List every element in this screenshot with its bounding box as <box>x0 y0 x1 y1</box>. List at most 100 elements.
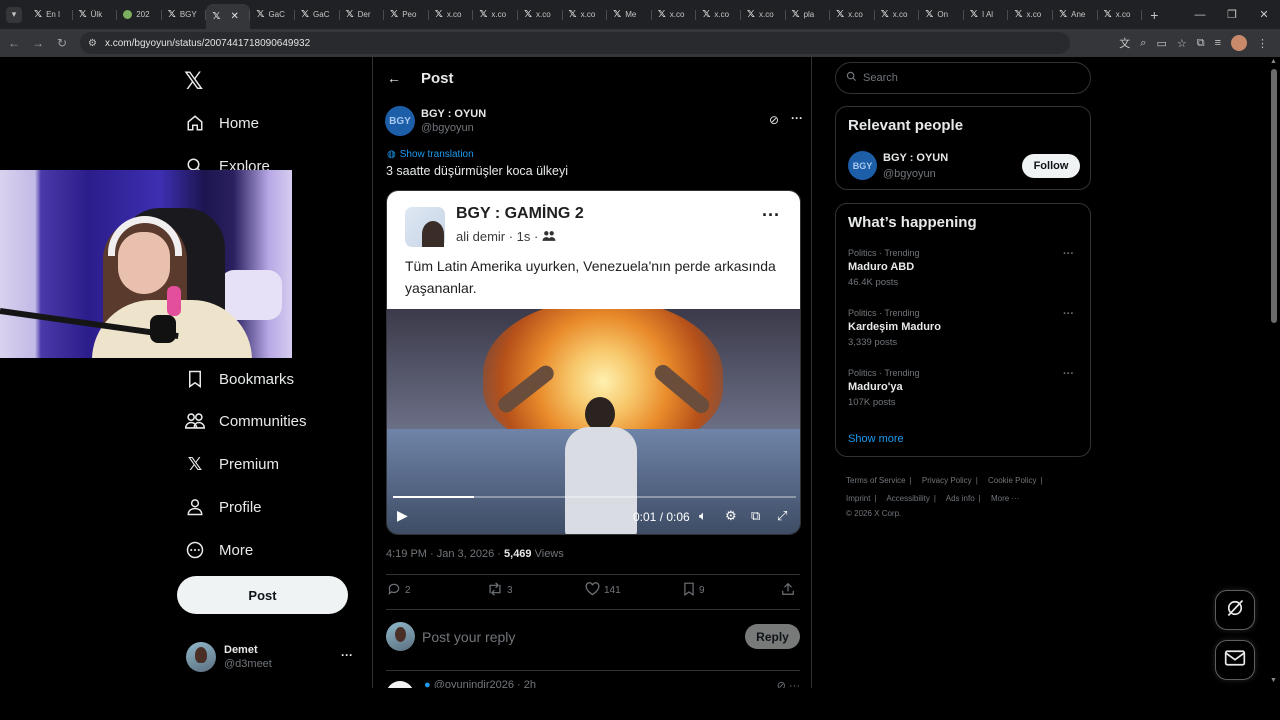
nav-item-premium[interactable]: 𝕏 Premium <box>185 449 279 479</box>
reading-list-icon[interactable]: ≡ <box>1215 37 1221 49</box>
new-tab-button[interactable]: + <box>1150 7 1158 23</box>
browser-tab[interactable]: 𝕏x.co <box>563 4 608 26</box>
browser-tab[interactable]: 𝕏 Ane <box>1053 4 1098 26</box>
nav-item-profile[interactable]: Profile <box>185 492 262 522</box>
trend-more-icon[interactable]: ··· <box>1063 308 1074 320</box>
url-field[interactable]: ⚙ x.com/bgyoyun/status/20074417180906499… <box>80 32 1070 54</box>
x-logo-icon[interactable]: 𝕏 <box>184 67 203 96</box>
browser-tab[interactable]: 𝕏x.co <box>696 4 741 26</box>
video-player[interactable]: ▶ 0:01 / 0:06 🔈︎ ⚙ ⧉ ⤢ <box>387 309 800 534</box>
scroll-thumb[interactable] <box>1271 69 1277 323</box>
show-more-link[interactable]: Show more <box>848 433 904 445</box>
more-dots-icon[interactable]: ··· <box>341 648 353 662</box>
search-input[interactable] <box>863 72 1063 84</box>
browser-tab[interactable]: 𝕏I Al <box>964 4 1009 26</box>
post-button[interactable]: Post <box>177 576 348 614</box>
reply-action[interactable]: 2 <box>387 582 411 599</box>
minimize-icon[interactable]: — <box>1184 9 1216 21</box>
browser-tab[interactable]: 𝕏x.co <box>1098 4 1143 26</box>
browser-tab[interactable]: 𝕏x.co <box>473 4 518 26</box>
footer-link[interactable]: Terms of Service <box>846 476 906 485</box>
scroll-down-icon[interactable]: ▼ <box>1270 677 1277 684</box>
browser-tab[interactable]: 202 <box>117 4 162 26</box>
browser-tab[interactable]: 𝕏 Der <box>340 4 385 26</box>
author-avatar[interactable]: BGY <box>385 106 415 136</box>
browser-tab[interactable]: 𝕏 GaC <box>250 4 295 26</box>
pip-icon[interactable]: ⧉ <box>751 508 760 524</box>
translate-icon[interactable]: 文 <box>1119 35 1130 51</box>
nav-item-bookmarks[interactable]: Bookmarks <box>185 364 294 394</box>
browser-tab[interactable]: 𝕏x.co <box>1008 4 1053 26</box>
bookmark-action[interactable]: 9 <box>683 582 705 599</box>
browser-tab[interactable]: 𝕏x.co <box>429 4 474 26</box>
follow-button[interactable]: Follow <box>1022 154 1080 178</box>
site-info-icon[interactable]: ⚙ <box>88 38 97 49</box>
restore-icon[interactable]: ❐ <box>1216 8 1248 21</box>
grok-icon[interactable]: ⊘ <box>769 113 779 127</box>
browser-tab[interactable]: 𝕏 GaC <box>295 4 340 26</box>
close-window-icon[interactable]: ✕ <box>1248 8 1280 21</box>
relevant-person[interactable]: BGY BGY : OYUN @bgyoyun Follow <box>848 150 1080 182</box>
cast-icon[interactable]: ▭ <box>1156 37 1166 50</box>
trend-item[interactable]: Politics · Trending Maduro ABD 46.4K pos… <box>848 248 1080 292</box>
zoom-icon[interactable]: ⌕ <box>1140 37 1146 50</box>
browser-tab[interactable]: 𝕏 BGY <box>162 4 207 26</box>
nav-item-communities[interactable]: Communities <box>185 406 307 436</box>
like-action[interactable]: 141 <box>585 582 621 599</box>
browser-tab[interactable]: 𝕏 Ülk <box>73 4 118 26</box>
nav-item-more[interactable]: More <box>185 535 253 565</box>
show-translation-link[interactable]: ◍ Show translation <box>387 149 474 160</box>
play-icon[interactable]: ▶ <box>397 507 408 524</box>
browser-tab[interactable]: 𝕏 En l <box>28 4 73 26</box>
post-media[interactable]: BGY : GAMİNG 2 ali demir · 1s · ··· Tüm … <box>386 190 801 535</box>
next-reply-preview[interactable]: ● @oyunindir2026 · 2h ⊘ ··· <box>386 679 800 688</box>
settings-gear-icon[interactable]: ⚙ <box>725 508 737 524</box>
browser-tab[interactable]: 𝕏 On <box>919 4 964 26</box>
profile-avatar[interactable] <box>1231 35 1247 51</box>
back-icon[interactable]: ← <box>2 36 26 50</box>
browser-tab[interactable]: 𝕏x.co <box>875 4 920 26</box>
browser-tab[interactable]: 𝕏x.co <box>741 4 786 26</box>
trend-item[interactable]: Politics · Trending Kardeşim Maduro 3,33… <box>848 308 1080 352</box>
close-tab-icon[interactable]: ✕ <box>230 11 238 22</box>
page-scrollbar[interactable]: ▲ ▼ <box>1268 57 1280 720</box>
scroll-up-icon[interactable]: ▲ <box>1270 58 1277 65</box>
browser-tab[interactable]: 𝕏 ✕ <box>206 4 251 29</box>
browser-tab[interactable]: 𝕏x.co <box>652 4 697 26</box>
footer-link[interactable]: Ads info <box>946 494 975 503</box>
trend-more-icon[interactable]: ··· <box>1063 368 1074 380</box>
footer-link[interactable]: Privacy Policy <box>922 476 972 485</box>
author-handle[interactable]: @bgyoyun <box>421 122 486 134</box>
browser-tab[interactable]: 𝕏x.co <box>518 4 563 26</box>
extensions-icon[interactable]: ⧉ <box>1197 37 1205 50</box>
forward-icon[interactable]: → <box>26 36 50 50</box>
reload-icon[interactable]: ↻ <box>50 36 74 50</box>
tab-search-button[interactable]: ▾ <box>6 6 22 23</box>
messages-button[interactable] <box>1215 640 1255 680</box>
footer-link[interactable]: Imprint <box>846 494 870 503</box>
browser-tab[interactable]: 𝕏pla <box>786 4 831 26</box>
share-action[interactable] <box>781 582 795 599</box>
author-name[interactable]: BGY : OYUN <box>421 108 486 120</box>
browser-tab[interactable]: 𝕏 Me <box>607 4 652 26</box>
footer-link[interactable]: Cookie Policy <box>988 476 1036 485</box>
trend-item[interactable]: Politics · Trending Maduro'ya 107K posts… <box>848 368 1080 412</box>
post-timestamp[interactable]: 4:19 PM · Jan 3, 2026 · <box>386 548 501 560</box>
repost-action[interactable]: 3 <box>487 582 513 599</box>
reply-input[interactable]: Post your reply <box>422 629 515 645</box>
post-more-icon[interactable]: ··· <box>791 111 803 125</box>
grok-button[interactable] <box>1215 590 1255 630</box>
footer-link[interactable]: Accessibility <box>886 494 930 503</box>
reply-button[interactable]: Reply <box>745 624 800 649</box>
browser-tab[interactable]: 𝕏x.co <box>830 4 875 26</box>
video-progress-bar[interactable] <box>393 496 796 498</box>
volume-icon[interactable]: 🔈︎ <box>699 508 707 524</box>
browser-tab[interactable]: 𝕏 Peo <box>384 4 429 26</box>
footer-link[interactable]: More ··· <box>991 494 1019 503</box>
fullscreen-icon[interactable]: ⤢ <box>777 508 787 524</box>
browser-menu-icon[interactable]: ⋮ <box>1257 37 1268 50</box>
nav-item-home[interactable]: Home <box>185 108 259 138</box>
back-arrow-icon[interactable]: ← <box>387 70 401 86</box>
bookmark-star-icon[interactable]: ☆ <box>1177 37 1187 50</box>
trend-more-icon[interactable]: ··· <box>1063 248 1074 260</box>
